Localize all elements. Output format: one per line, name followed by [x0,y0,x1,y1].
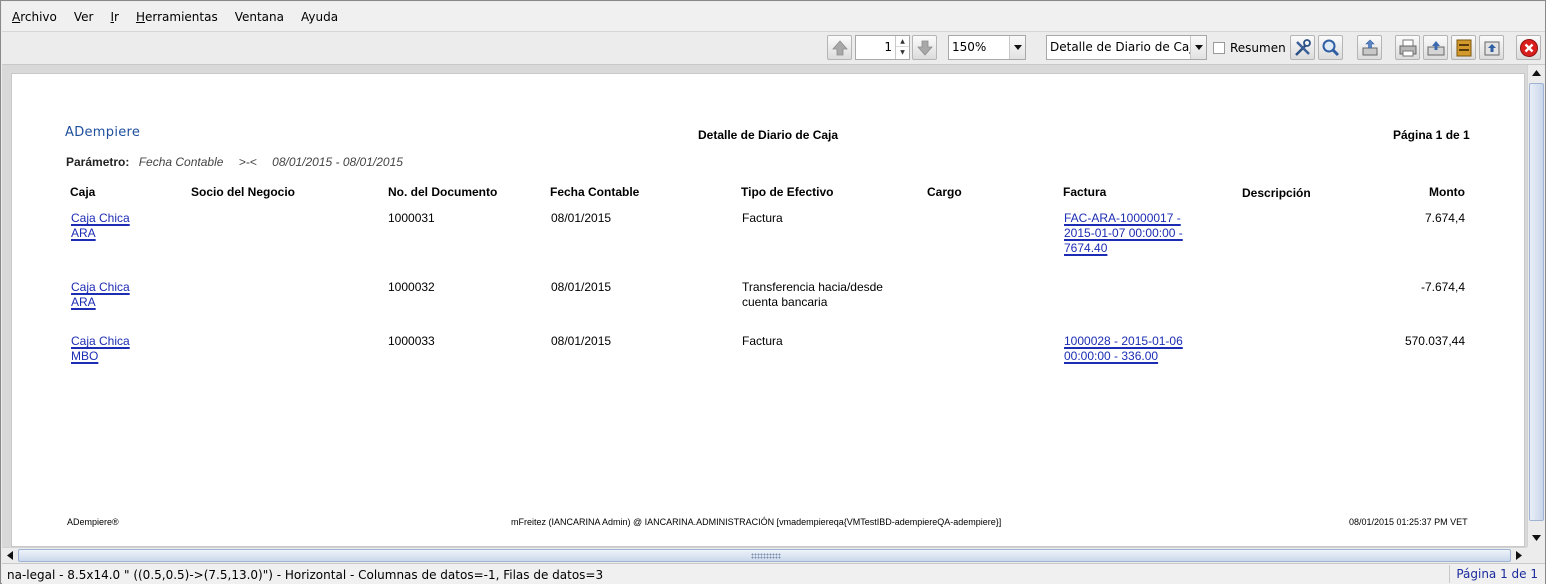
col-header-caja[interactable]: Caja [70,185,95,199]
summary-checkbox-group[interactable]: Resumen [1213,41,1286,55]
export-icon [1362,39,1377,55]
status-bar: na-legal - 8.5x14.0 " ((0.5,0.5)->(7.5,1… [2,563,1545,584]
col-header-fecha[interactable]: Fecha Contable [550,185,639,199]
table-row-3-monto: 570.037,44 [1404,334,1465,348]
table-row-3-fecha: 08/01/2015 [551,334,612,348]
customize-icon [1294,38,1311,56]
report-page: ADempiere Detalle de Diario de Caja Pági… [11,73,1525,547]
table-row-3-documento: 1000033 [388,334,435,348]
menu-ayuda[interactable]: Ayuda [301,10,338,24]
export-button[interactable] [1357,35,1382,60]
zoom-select[interactable]: 150% [948,35,1026,60]
find-button[interactable] [1318,35,1343,60]
print-icon [1399,39,1416,56]
archive-button[interactable] [1423,35,1448,60]
print-format-icon [1456,39,1471,56]
spin-up-arrow[interactable]: ▲ [896,36,909,47]
print-button[interactable] [1395,35,1420,60]
menu-ventana[interactable]: Ventana [235,10,284,24]
report-viewport: ADempiere Detalle de Diario de Caja Pági… [2,65,1527,547]
page-number-value: 1 [884,40,892,54]
table-row-2-documento: 1000032 [388,280,435,294]
scroll-down-arrow[interactable] [1528,530,1545,546]
customize-report-button[interactable] [1290,35,1315,60]
toolbar: 1 ▲ ▼ 150% Detalle de Diario de Caja Res… [2,32,1545,65]
report-footer-center: mFreitez (IANCARINA Admin) @ IANCARINA.A… [511,517,1002,527]
status-page-info: Página 1 de 1 [1449,565,1542,583]
report-page-info: Página 1 de 1 [1393,128,1470,142]
spin-down-arrow[interactable]: ▼ [896,47,909,58]
col-header-cargo[interactable]: Cargo [927,185,962,199]
previous-page-button[interactable] [827,35,852,60]
next-page-button[interactable] [912,35,937,60]
table-row-3-factura[interactable]: 1000028 - 2015-01-06 00:00:00 - 336.00 [1064,334,1183,364]
table-row-1-caja[interactable]: Caja Chica ARA [71,211,130,241]
report-viewer-window: Archivo Ver Ir Herramientas Ventana Ayud… [0,0,1546,584]
table-row-3-caja[interactable]: Caja Chica MBO [71,334,130,364]
archive-icon [1427,40,1444,55]
table-row-3-tipo: Factura [742,334,783,348]
report-format-select[interactable]: Detalle de Diario de Caja [1046,35,1207,60]
menu-bar: Archivo Ver Ir Herramientas Ventana Ayud… [2,2,1545,32]
page-number-spinner[interactable]: 1 ▲ ▼ [855,35,910,60]
report-title: Detalle de Diario de Caja [698,128,839,142]
horizontal-scrollbar[interactable] [2,547,1527,563]
send-mail-button[interactable] [1479,35,1504,60]
col-header-descripcion[interactable]: Descripción [1242,186,1311,200]
summary-checkbox[interactable] [1213,42,1225,54]
report-footer-right: 08/01/2015 01:25:37 PM VET [1349,517,1468,527]
vertical-scroll-thumb[interactable] [1529,83,1544,521]
arrow-up-icon [831,39,848,55]
menu-herramientas[interactable]: Herramientas [136,10,218,24]
find-icon [1322,39,1339,56]
print-format-button[interactable] [1451,35,1476,60]
scroll-left-arrow[interactable] [2,548,18,563]
table-row-2-monto: -7.674,4 [1420,280,1465,294]
close-icon [1519,38,1538,57]
col-header-socio[interactable]: Socio del Negocio [191,185,295,199]
col-header-documento[interactable]: No. del Documento [388,185,497,199]
chevron-down-icon [1009,36,1025,59]
col-header-tipo[interactable]: Tipo de Efectivo [741,185,833,199]
table-row-1-tipo: Factura [742,211,783,225]
summary-label: Resumen [1230,41,1286,55]
status-text: na-legal - 8.5x14.0 " ((0.5,0.5)->(7.5,1… [7,568,604,582]
horizontal-scroll-thumb[interactable] [18,549,1511,562]
close-button[interactable] [1516,35,1541,60]
table-row-1-factura[interactable]: FAC-ARA-10000017 - 2015-01-07 00:00:00 -… [1064,211,1183,256]
vertical-scrollbar[interactable] [1527,65,1545,547]
scroll-up-arrow[interactable] [1528,65,1545,81]
menu-ver[interactable]: Ver [74,10,94,24]
chevron-down-icon [1190,36,1206,59]
arrow-down-icon [916,40,933,56]
report-parameter: Parámetro: Fecha Contable >-< 08/01/2015… [66,155,403,169]
col-header-monto[interactable]: Monto [1392,185,1465,199]
table-row-2-tipo: Transferencia hacia/desde cuenta bancari… [742,280,883,309]
report-footer-left: ADempiere® [67,517,119,527]
menu-archivo[interactable]: Archivo [12,10,57,24]
table-row-1-monto: 7.674,4 [1424,211,1465,225]
table-row-2-fecha: 08/01/2015 [551,280,612,294]
send-icon [1484,41,1499,55]
table-row-1-fecha: 08/01/2015 [551,211,612,225]
table-row-2-caja[interactable]: Caja Chica ARA [71,280,130,310]
menu-ir[interactable]: Ir [110,10,118,24]
adempiere-logo: ADempiere [65,125,141,140]
col-header-factura[interactable]: Factura [1063,185,1106,199]
scroll-right-arrow[interactable] [1511,548,1527,563]
table-row-1-documento: 1000031 [388,211,435,225]
